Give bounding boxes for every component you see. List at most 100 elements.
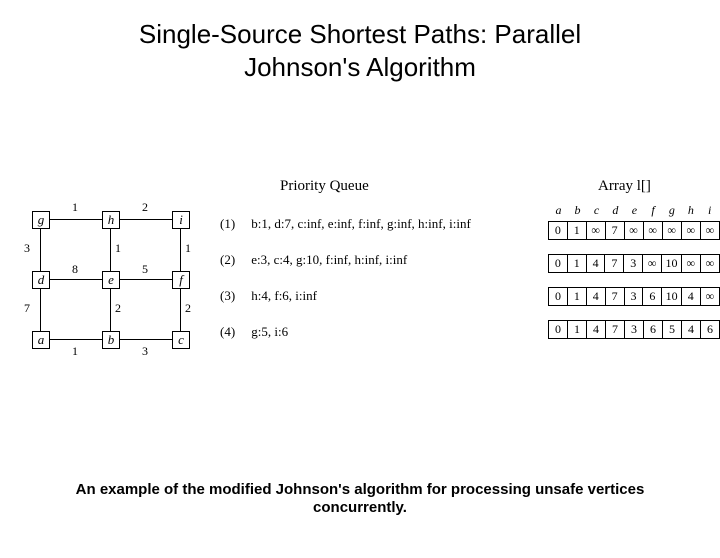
edge-gh [49, 219, 102, 220]
array-header: a b c d e f g h i [548, 200, 720, 221]
array-cell: 4 [587, 321, 606, 339]
heading-priority-queue: Priority Queue [280, 178, 369, 195]
weight-da: 7 [24, 301, 30, 316]
title-line-1: Single-Source Shortest Paths: Parallel [139, 19, 581, 49]
array-cell: ∞ [700, 255, 719, 273]
priority-queue-list: (1) b:1, d:7, c:inf, e:inf, f:inf, g:inf… [220, 216, 520, 360]
weight-bc: 3 [142, 344, 148, 359]
array-step-2: 0 1 4 7 3 ∞ 10 ∞ ∞ [548, 254, 720, 273]
array-cell: 10 [662, 288, 682, 306]
array-cell: 0 [549, 288, 568, 306]
array-cell: 6 [643, 288, 662, 306]
array-cell: 1 [567, 288, 586, 306]
array-header-cell: b [569, 202, 586, 219]
pq-step-text: h:4, f:6, i:inf [251, 288, 317, 303]
array-cell: 7 [605, 222, 624, 240]
array-cell: 6 [701, 321, 720, 339]
weight-hi: 2 [142, 200, 148, 215]
pq-step-num: (2) [220, 252, 248, 268]
node-h: h [102, 211, 120, 229]
edge-fc [180, 288, 181, 331]
array-cell: 1 [567, 255, 586, 273]
weight-ab: 1 [72, 344, 78, 359]
pq-step-text: e:3, c:4, g:10, f:inf, h:inf, i:inf [251, 252, 407, 267]
caption-line-1: An example of the modified Johnson's alg… [76, 481, 645, 498]
content-area: Priority Queue Array l[] g h i d e f a b… [0, 178, 720, 376]
pq-step-4: (4) g:5, i:6 [220, 324, 520, 340]
node-f: f [172, 271, 190, 289]
array-step-1: 0 1 ∞ 7 ∞ ∞ ∞ ∞ ∞ [548, 221, 720, 240]
weight-if: 1 [185, 241, 191, 256]
array-step-3: 0 1 4 7 3 6 10 4 ∞ [548, 287, 720, 306]
node-e: e [102, 271, 120, 289]
array-cell: ∞ [700, 288, 719, 306]
array-cell: ∞ [681, 255, 700, 273]
array-header-cell: i [701, 202, 718, 219]
heading-array: Array l[] [598, 178, 651, 195]
edge-gd [40, 228, 41, 271]
array-cell: 10 [662, 255, 681, 273]
pq-step-text: b:1, d:7, c:inf, e:inf, f:inf, g:inf, h:… [251, 216, 471, 231]
edge-if [180, 228, 181, 271]
array-cell: ∞ [681, 222, 700, 240]
edge-da [40, 288, 41, 331]
array-cell: ∞ [700, 222, 719, 240]
graph-diagram: g h i d e f a b c 1 2 3 [32, 206, 212, 376]
array-cell: ∞ [643, 222, 662, 240]
array-cell: ∞ [662, 222, 681, 240]
array-cell: 0 [549, 222, 568, 240]
array-step-4: 0 1 4 7 3 6 5 4 6 [548, 320, 720, 339]
pq-step-num: (1) [220, 216, 248, 232]
array-cell: 3 [625, 321, 644, 339]
array-header-cell: c [588, 202, 605, 219]
title-line-2: Johnson's Algorithm [244, 52, 476, 82]
edge-bc [119, 339, 172, 340]
array-cell: 3 [624, 255, 643, 273]
caption-line-2: concurrently. [313, 499, 407, 516]
pq-step-num: (3) [220, 288, 248, 304]
array-header-cell: e [626, 202, 643, 219]
page-title: Single-Source Shortest Paths: Parallel J… [0, 18, 720, 83]
array-cell: 5 [663, 321, 682, 339]
array-header-cell: h [682, 202, 699, 219]
array-cell: 1 [568, 321, 587, 339]
node-i: i [172, 211, 190, 229]
pq-step-text: g:5, i:6 [251, 324, 288, 339]
weight-de: 8 [72, 262, 78, 277]
array-cell: 0 [549, 255, 568, 273]
weight-gd: 3 [24, 241, 30, 256]
node-a: a [32, 331, 50, 349]
array-cell: 6 [644, 321, 663, 339]
edge-he [110, 228, 111, 271]
array-cell: ∞ [624, 222, 643, 240]
array-header-cell: d [607, 202, 624, 219]
array-header-cell: g [663, 202, 680, 219]
edge-ef [119, 279, 172, 280]
weight-ef: 5 [142, 262, 148, 277]
array-cell: 1 [567, 222, 586, 240]
edge-hi [119, 219, 172, 220]
pq-step-2: (2) e:3, c:4, g:10, f:inf, h:inf, i:inf [220, 252, 520, 268]
node-g: g [32, 211, 50, 229]
array-cell: 3 [624, 288, 643, 306]
weight-gh: 1 [72, 200, 78, 215]
array-cell: 7 [605, 288, 624, 306]
node-d: d [32, 271, 50, 289]
pq-step-1: (1) b:1, d:7, c:inf, e:inf, f:inf, g:inf… [220, 216, 520, 232]
weight-he: 1 [115, 241, 121, 256]
weight-fc: 2 [185, 301, 191, 316]
array-cell: 0 [549, 321, 568, 339]
array-header-cell: f [645, 202, 662, 219]
pq-step-3: (3) h:4, f:6, i:inf [220, 288, 520, 304]
edge-ab [49, 339, 102, 340]
array-cell: 4 [681, 288, 700, 306]
array-cell: 4 [586, 288, 605, 306]
array-cell: ∞ [643, 255, 662, 273]
edge-de [49, 279, 102, 280]
array-cell: ∞ [586, 222, 605, 240]
edge-eb [110, 288, 111, 331]
weight-eb: 2 [115, 301, 121, 316]
array-cell: 7 [605, 255, 624, 273]
caption: An example of the modified Johnson's alg… [0, 481, 720, 519]
array-header-cell: a [550, 202, 567, 219]
